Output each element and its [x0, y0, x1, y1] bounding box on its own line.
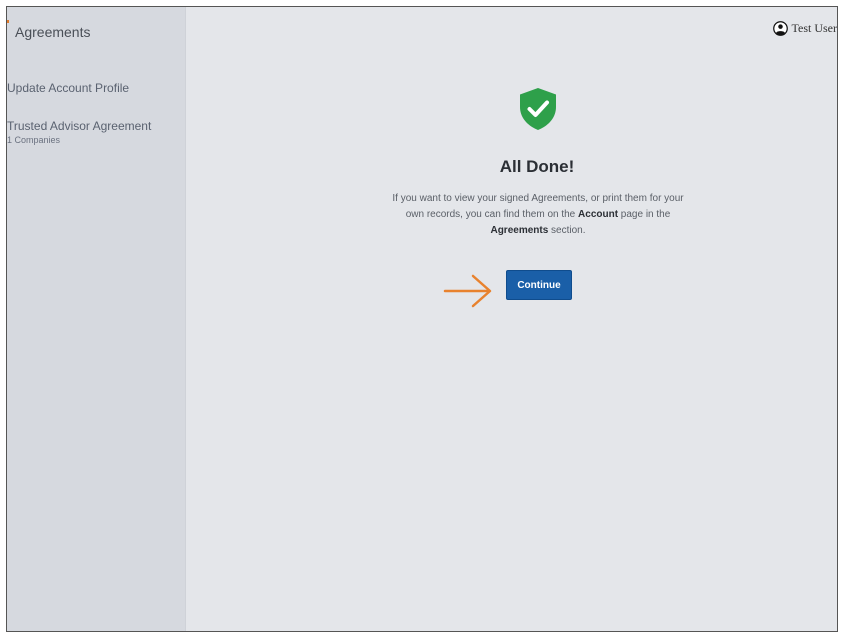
message-line-1: If you want to view your signed Agreemen… [392, 193, 684, 204]
sidebar-title: Agreements [15, 24, 91, 40]
message-line-2: own records, you can find them on the Ac… [357, 207, 719, 223]
arrow-right-icon [443, 274, 492, 308]
message-text: section. [548, 225, 586, 236]
sidebar-item-trusted-advisor-agreement[interactable]: Trusted Advisor Agreement [7, 119, 151, 133]
user-menu[interactable]: Test User [772, 21, 837, 36]
message-text: page in the [618, 209, 671, 220]
sidebar-item-companies-count: 1 Companies [7, 135, 61, 145]
shield-check-icon [520, 88, 556, 130]
continue-button[interactable]: Continue [506, 270, 572, 300]
message-line-3: Agreements section. [357, 223, 719, 239]
account-page-reference: Account [578, 209, 619, 220]
user-circle-icon [772, 21, 788, 36]
completion-message: If you want to view your signed Agreemen… [357, 191, 719, 239]
agreements-section-reference: Agreements [490, 225, 549, 236]
app-window: Agreements Update Account Profile Truste… [6, 6, 838, 632]
sidebar-item-update-account-profile[interactable]: Update Account Profile [7, 81, 129, 95]
page-title: All Done! [499, 157, 575, 176]
sidebar-accent-mark [7, 20, 9, 23]
main-content: Test User All Done! If you want to view … [187, 7, 837, 631]
sidebar: Agreements Update Account Profile Truste… [7, 7, 186, 631]
message-text: own records, you can find them on the [405, 209, 579, 220]
user-name: Test User [791, 21, 837, 35]
